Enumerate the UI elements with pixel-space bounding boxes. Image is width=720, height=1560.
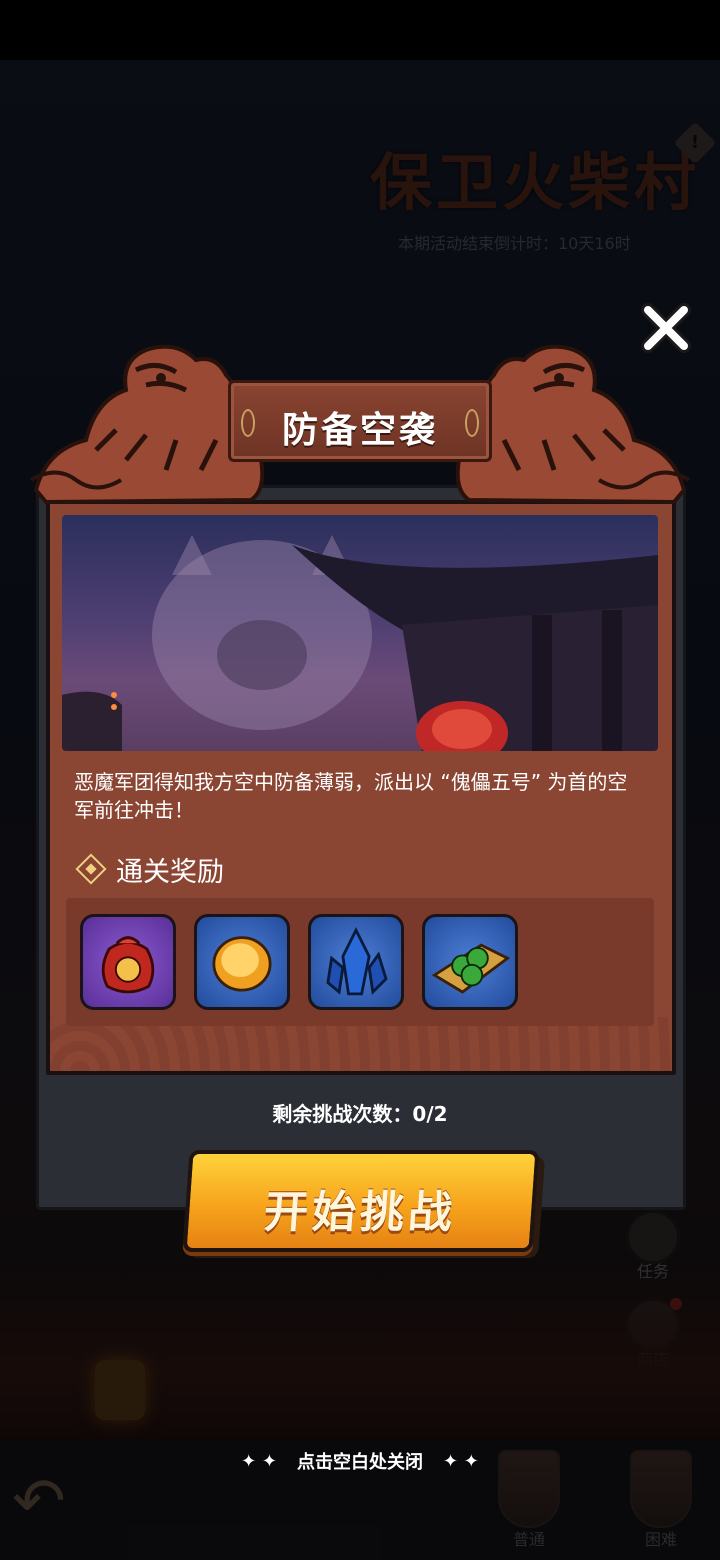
close-button[interactable] <box>638 300 694 356</box>
start-challenge-button[interactable]: 开始挑战 <box>182 1150 540 1252</box>
reward-heading: 通关奖励 <box>75 852 224 888</box>
remaining-attempts: 剩余挑战次数：0/2 <box>272 1102 448 1126</box>
diamond-bullet-icon <box>75 853 107 885</box>
close-icon <box>641 303 691 353</box>
close-hint: ✦ ✦ 点击空白处关闭 ✦ ✦ <box>0 1446 720 1476</box>
lucky-bag-icon[interactable] <box>80 914 176 1010</box>
start-challenge-label: 开始挑战 <box>262 1187 458 1238</box>
modal-title: 防备空袭 <box>281 410 438 451</box>
reward-list <box>66 898 654 1026</box>
sparkle-icon: ✦ ✦ <box>443 1450 479 1472</box>
stage-description: 恶魔军团得知我方空中防备薄弱，派出以 “傀儡五号” 为首的空军前往冲击！ <box>74 770 628 822</box>
close-hint-text: 点击空白处关闭 <box>297 1452 423 1473</box>
gold-coin-icon[interactable] <box>194 914 290 1010</box>
stage-illustration <box>62 515 658 751</box>
blue-crystal-icon[interactable] <box>308 914 404 1010</box>
reward-heading-text: 通关奖励 <box>116 856 224 888</box>
green-orbs-icon[interactable] <box>422 914 518 1010</box>
title-plaque: 防备空袭 <box>228 380 492 462</box>
sparkle-icon: ✦ ✦ <box>241 1450 277 1472</box>
